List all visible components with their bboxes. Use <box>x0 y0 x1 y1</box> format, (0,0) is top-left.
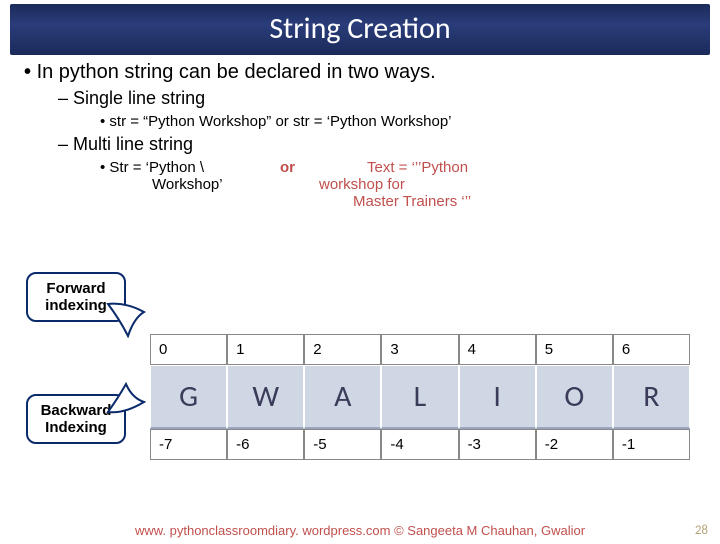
backward-indexing-callout: Backward Indexing <box>26 394 126 444</box>
forward-index-row: 0 1 2 3 4 5 6 <box>150 334 690 365</box>
bullet-main: In python string can be declared in two … <box>24 61 702 84</box>
multi-right-line1: Text = ‘’’Python <box>319 159 702 176</box>
table-cell: A <box>304 365 381 429</box>
multi-line-row: • Str = ‘Python \ Workshop’ or Text = ‘’… <box>100 159 702 210</box>
table-cell: 0 <box>150 334 227 365</box>
bullet-single-example: str = “Python Workshop” or str = ‘Python… <box>100 113 702 130</box>
table-cell: 6 <box>613 334 690 365</box>
table-cell: 5 <box>536 334 613 365</box>
table-cell: -5 <box>304 429 381 460</box>
table-cell: R <box>613 365 690 429</box>
bullet-multi-heading: Multi line string <box>58 134 702 155</box>
table-cell: W <box>227 365 304 429</box>
table-cell: -7 <box>150 429 227 460</box>
table-cell: -3 <box>459 429 536 460</box>
indexing-table: 0 1 2 3 4 5 6 G W A L I O R -7 -6 -5 -4 … <box>150 334 690 460</box>
multi-right-block: Text = ‘’’Python workshop for Master Tra… <box>319 159 702 210</box>
speech-tail-icon <box>106 302 146 338</box>
slide-title: String Creation <box>10 4 710 55</box>
speech-tail-icon <box>106 382 146 414</box>
table-cell: L <box>381 365 458 429</box>
multi-right-line2: workshop for <box>319 176 702 193</box>
table-cell: G <box>150 365 227 429</box>
content-area: In python string can be declared in two … <box>0 61 720 210</box>
table-cell: 2 <box>304 334 381 365</box>
multi-right-line3: Master Trainers ‘’’ <box>319 193 702 210</box>
multi-or-label: or <box>280 159 295 176</box>
multi-left-line2: Workshop’ <box>100 176 270 193</box>
backward-index-row: -7 -6 -5 -4 -3 -2 -1 <box>150 429 690 460</box>
page-number: 28 <box>695 523 708 538</box>
table-cell: -4 <box>381 429 458 460</box>
forward-indexing-label: Forward indexing <box>45 280 107 314</box>
multi-left-block: • Str = ‘Python \ Workshop’ <box>100 159 270 193</box>
table-cell: 4 <box>459 334 536 365</box>
letter-row: G W A L I O R <box>150 365 690 429</box>
table-cell: I <box>459 365 536 429</box>
table-cell: O <box>536 365 613 429</box>
footer-credit: www. pythonclassroomdiary. wordpress.com… <box>0 523 720 538</box>
table-cell: -6 <box>227 429 304 460</box>
forward-indexing-callout: Forward indexing <box>26 272 126 322</box>
multi-left-line1: • Str = ‘Python \ <box>100 159 270 176</box>
table-cell: -2 <box>536 429 613 460</box>
backward-indexing-label: Backward Indexing <box>41 402 112 436</box>
table-cell: 3 <box>381 334 458 365</box>
table-cell: 1 <box>227 334 304 365</box>
bullet-single-heading: Single line string <box>58 88 702 109</box>
table-cell: -1 <box>613 429 690 460</box>
